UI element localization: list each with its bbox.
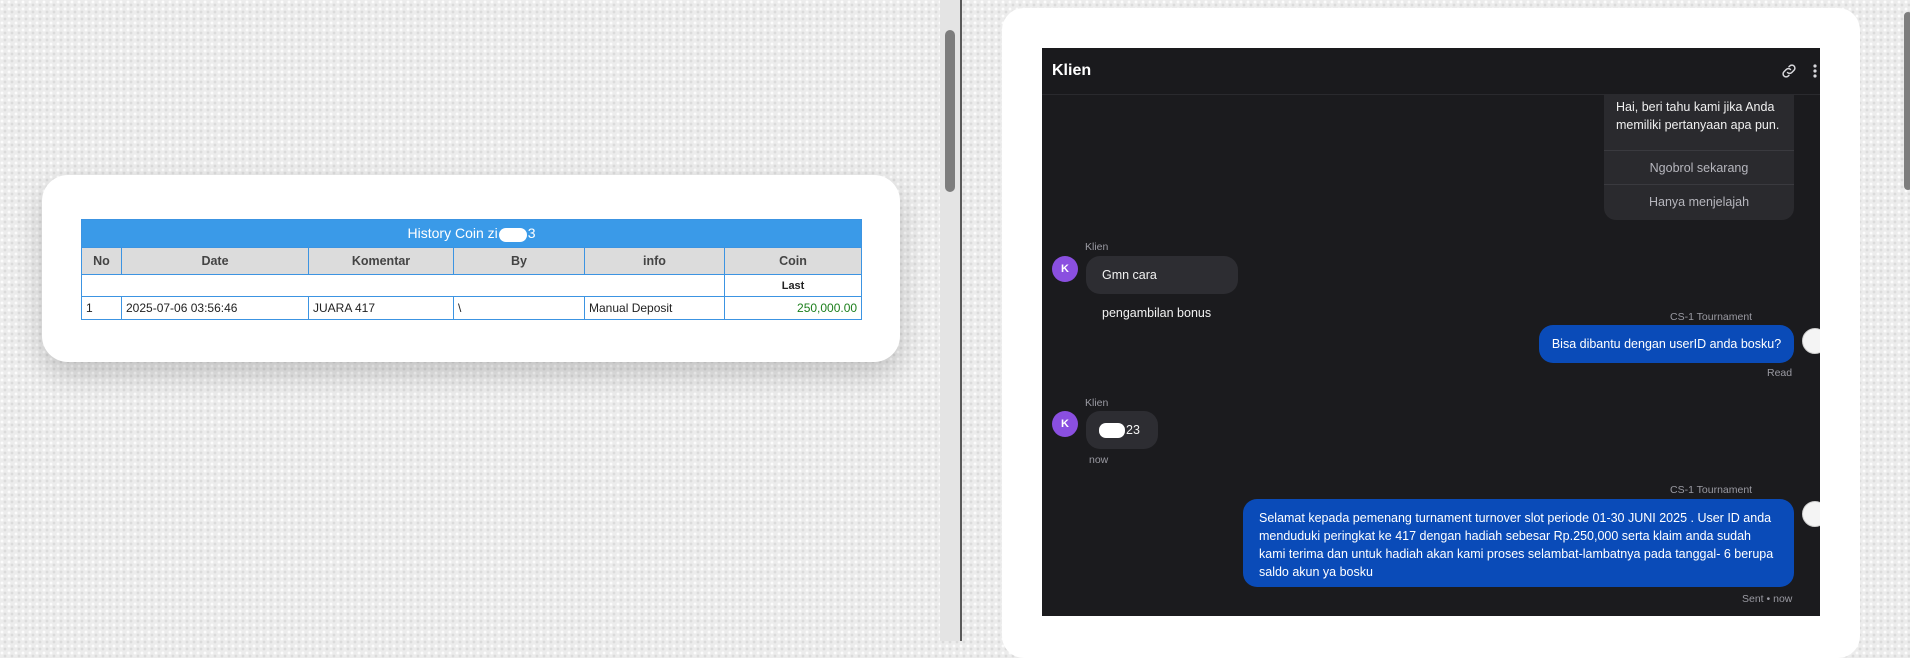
column-header-info: info (584, 247, 725, 275)
agent-avatar (1802, 501, 1820, 527)
pane-divider[interactable] (960, 0, 962, 641)
left-scrollbar[interactable] (940, 0, 960, 641)
left-pane: History Coin zi 3 No Date Komentar By inf… (0, 0, 940, 641)
last-label: Last (723, 274, 863, 297)
client-avatar: K (1052, 411, 1078, 437)
more-vertical-icon[interactable] (1808, 62, 1820, 80)
message-sender: Klien (1085, 241, 1109, 253)
message-status: Read (1767, 367, 1793, 379)
column-header-by: By (453, 247, 585, 275)
message-sender: Klien (1085, 397, 1109, 409)
redaction-mark (498, 227, 527, 242)
column-header-date: Date (121, 247, 309, 275)
message-sender: CS-1 Tournament (1670, 311, 1753, 323)
table-title-suffix: 3 (527, 225, 536, 242)
column-header-komentar: Komentar (308, 247, 454, 275)
chat-title: Klien (1052, 62, 1092, 79)
history-coin-table: History Coin zi 3 No Date Komentar By inf… (80, 219, 863, 320)
redaction-mark (1099, 423, 1125, 439)
right-scrollbar-thumb[interactable] (1904, 12, 1910, 190)
table-row: 1 2025-07-06 03:56:46 JUARA 417 \ Manual… (81, 296, 863, 320)
table-title-prefix: History Coin zi (407, 225, 498, 242)
agent-avatar (1802, 328, 1820, 354)
left-scrollbar-thumb[interactable] (945, 30, 955, 192)
welcome-card: Hai, beri tahu kami jika Anda memiliki p… (1604, 94, 1794, 220)
link-icon[interactable] (1780, 62, 1798, 80)
cell-by: \ (453, 296, 585, 320)
welcome-text: Hai, beri tahu kami jika Anda memiliki p… (1616, 100, 1780, 132)
outgoing-message: Bisa dibantu dengan userID anda bosku? (1539, 325, 1794, 363)
chat-now-button[interactable]: Ngobrol sekarang (1604, 150, 1794, 185)
message-time: now (1089, 454, 1109, 466)
message-text-suffix: 23 (1126, 423, 1140, 437)
last-row-spacer (81, 274, 725, 297)
cell-date: 2025-07-06 03:56:46 (121, 296, 309, 320)
history-table-card: History Coin zi 3 No Date Komentar By inf… (42, 175, 900, 362)
chat-header: Klien (1042, 48, 1820, 95)
incoming-message: Gmn cara pengambilan bonus (1086, 256, 1238, 320)
message-status: Sent • now (1742, 593, 1793, 605)
chat-panel: Klien Hai, beri tahu kami jika Anda memi… (1042, 48, 1820, 616)
cell-info: Manual Deposit (584, 296, 725, 320)
column-header-coin: Coin (723, 247, 863, 275)
column-header-no: No (81, 247, 122, 275)
table-title: History Coin zi 3 (80, 219, 863, 248)
just-browse-button[interactable]: Hanya menjelajah (1604, 184, 1794, 219)
client-avatar: K (1052, 256, 1078, 282)
incoming-message: 23 (1086, 411, 1158, 449)
cell-no: 1 (81, 296, 122, 320)
cell-coin: 250,000.00 (723, 296, 863, 320)
cell-komentar: JUARA 417 (308, 296, 454, 320)
outgoing-message: Selamat kepada pemenang turnament turnov… (1243, 499, 1794, 587)
message-sender: CS-1 Tournament (1670, 484, 1753, 496)
